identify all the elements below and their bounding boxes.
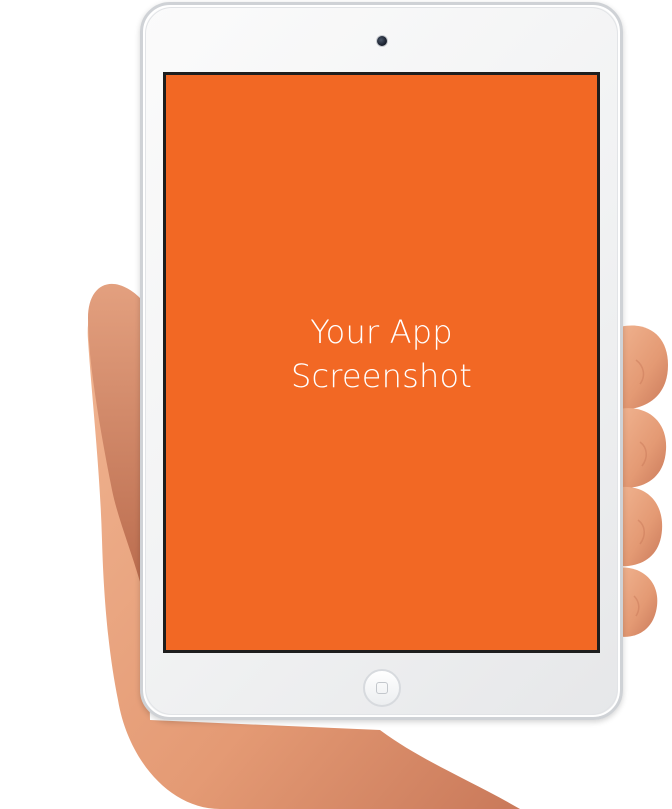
screen-placeholder-text: Your App Screenshot [291,310,472,398]
tablet-screen[interactable]: Your App Screenshot [163,72,600,653]
screen-text-line-1: Your App [310,312,453,351]
home-button-icon [376,682,388,694]
screen-text-line-2: Screenshot [290,356,473,395]
tablet-device: Your App Screenshot [140,2,623,720]
mockup-stage: Your App Screenshot [0,0,672,809]
home-button[interactable] [363,669,401,707]
front-camera-icon [377,36,387,46]
